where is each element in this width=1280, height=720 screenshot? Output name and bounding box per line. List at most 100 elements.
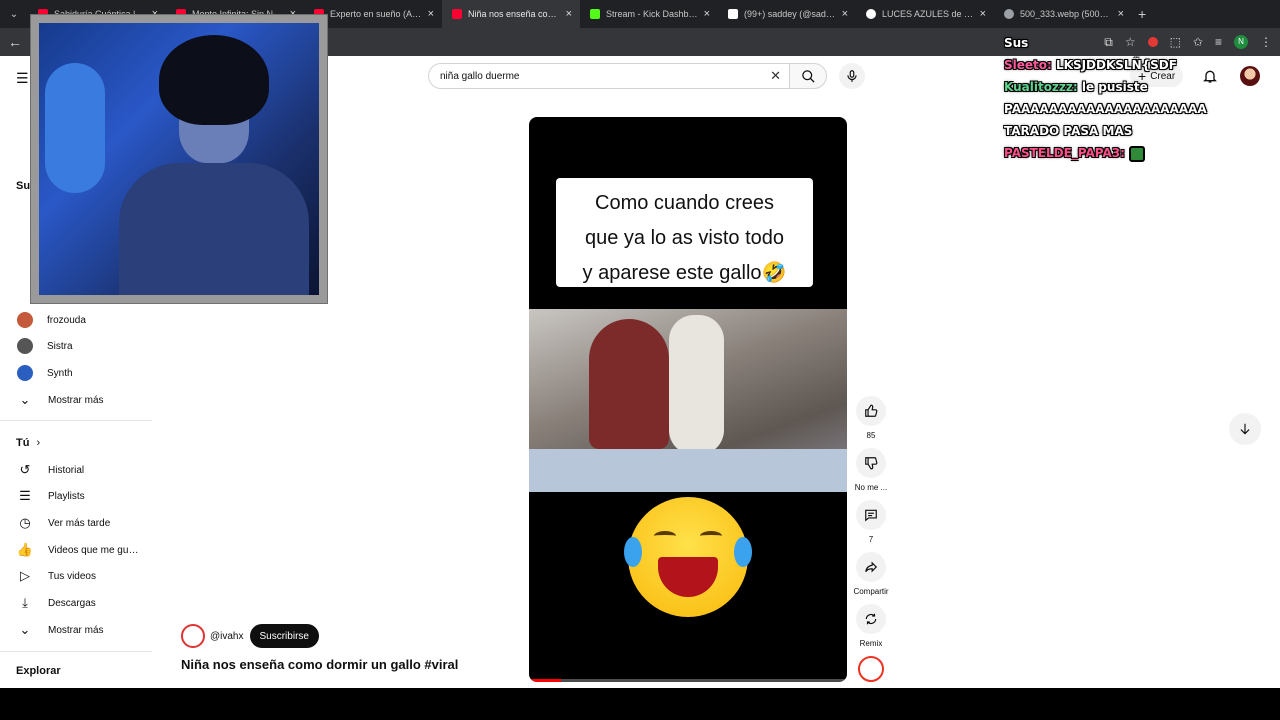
google-favicon-icon bbox=[866, 9, 876, 19]
you-heading[interactable]: Tú › bbox=[16, 437, 40, 449]
like-button[interactable] bbox=[856, 396, 886, 426]
remix-button[interactable] bbox=[856, 604, 886, 634]
like-action[interactable]: 85 bbox=[853, 396, 889, 440]
tab-search-icon[interactable]: ⌄ bbox=[0, 9, 28, 20]
shorts-video-player[interactable]: Como cuando crees que ya lo as visto tod… bbox=[529, 117, 847, 682]
dislike-action[interactable]: No me ... bbox=[853, 448, 889, 492]
bed-figure bbox=[529, 449, 847, 492]
new-tab-icon[interactable]: + bbox=[1138, 6, 1146, 22]
close-icon[interactable]: × bbox=[704, 8, 710, 20]
sidebar-item-ver-mas-tarde[interactable]: ◷ Ver más tarde bbox=[0, 510, 155, 536]
kick-favicon-icon bbox=[590, 9, 600, 19]
chat-message: LKSJDDKSLÑ{SDF bbox=[1056, 58, 1177, 72]
sidebar-item-label: Sistra bbox=[47, 340, 73, 352]
chat-username: Kualitozzz: bbox=[1004, 80, 1078, 94]
video-title[interactable]: Niña nos enseña como dormir un gallo #vi… bbox=[181, 657, 458, 672]
close-icon[interactable]: × bbox=[980, 8, 986, 20]
remix-action[interactable]: Remix bbox=[853, 604, 889, 648]
channel-icon-action[interactable] bbox=[853, 656, 889, 682]
clear-search-icon[interactable]: ✕ bbox=[770, 68, 781, 84]
browser-tab[interactable]: 500_333.webp (500×333) × bbox=[994, 0, 1132, 28]
sidebar-item-playlists[interactable]: ☰ Playlists bbox=[0, 483, 155, 509]
sidebar-item-tus-videos[interactable]: ▷ Tus videos bbox=[0, 563, 155, 589]
youtube-favicon-icon bbox=[452, 9, 462, 19]
video-clip-frame bbox=[529, 309, 847, 492]
hamburger-menu-icon[interactable]: ☰ bbox=[16, 70, 29, 87]
browser-tab[interactable]: (99+) saddey (@saddeysith... × bbox=[718, 0, 856, 28]
tab-title: Niña nos enseña como d... bbox=[468, 9, 560, 19]
stream-chat-overlay: Sus Sleeto: LKSJDDKSLÑ{SDF Kualitozzz: l… bbox=[1004, 32, 1274, 164]
sidebar-item-historial[interactable]: ↺ Historial bbox=[0, 457, 155, 483]
browser-tab[interactable]: LUCES AZULES de pantall... × bbox=[856, 0, 994, 28]
tab-title: Experto en sueño (Andalu... bbox=[330, 9, 422, 19]
comments-count: 7 bbox=[868, 535, 874, 544]
chat-username: Sus bbox=[1004, 36, 1029, 50]
close-icon[interactable]: × bbox=[428, 8, 434, 20]
playlists-icon: ☰ bbox=[19, 488, 31, 503]
show-more-you[interactable]: ⌄ Mostrar más bbox=[0, 617, 155, 643]
comments-button[interactable] bbox=[856, 500, 886, 530]
browser-tab-active[interactable]: Niña nos enseña como d... × bbox=[442, 0, 580, 28]
chat-username: Sleeto: bbox=[1004, 58, 1052, 72]
show-more-label: Mostrar más bbox=[48, 394, 104, 406]
sidebar-divider bbox=[0, 420, 152, 421]
webcam-overlay bbox=[30, 14, 328, 304]
voice-search-button[interactable] bbox=[839, 63, 865, 89]
close-icon[interactable]: × bbox=[842, 8, 848, 20]
sidebar-item-label: Historial bbox=[48, 464, 85, 476]
chat-line: Sus bbox=[1004, 32, 1274, 54]
browser-tab[interactable]: Stream - Kick Dashboard × bbox=[580, 0, 718, 28]
rooster-figure bbox=[669, 315, 724, 455]
chat-username: PASTELDE_PAPA3: bbox=[1004, 146, 1125, 160]
sidebar-item-liked-videos[interactable]: 👍 Videos que me gust... bbox=[0, 537, 155, 563]
subscriptions-heading[interactable]: Su bbox=[16, 180, 30, 192]
video-icon: ▷ bbox=[20, 568, 30, 583]
download-icon: ⤓ bbox=[22, 595, 28, 610]
chevron-right-icon: › bbox=[36, 437, 41, 449]
close-icon[interactable]: × bbox=[1118, 8, 1124, 20]
sidebar-item-frozouda[interactable]: frozouda bbox=[0, 307, 155, 333]
microphone-icon bbox=[847, 70, 857, 82]
emoji-tear bbox=[624, 537, 642, 567]
chat-line: Sleeto: LKSJDDKSLÑ{SDF bbox=[1004, 54, 1274, 76]
channel-avatar[interactable] bbox=[858, 656, 884, 682]
emote-icon bbox=[1129, 145, 1146, 162]
sidebar-item-sistra[interactable]: Sistra bbox=[0, 333, 155, 359]
tab-title: Stream - Kick Dashboard bbox=[606, 9, 698, 19]
next-video-button[interactable] bbox=[1229, 413, 1261, 445]
share-button[interactable] bbox=[856, 552, 886, 582]
channel-avatar bbox=[17, 312, 33, 328]
comment-icon bbox=[865, 509, 877, 522]
caption-line: que ya lo as visto todo bbox=[584, 227, 784, 249]
back-arrow-icon[interactable]: ← bbox=[8, 34, 22, 50]
channel-handle[interactable]: @ivahx bbox=[210, 631, 244, 642]
laughing-emoji-icon bbox=[624, 497, 752, 617]
chat-message: le pusiste bbox=[1081, 80, 1148, 94]
emoji-eye bbox=[700, 531, 722, 541]
channel-row: @ivahx Suscribirse bbox=[181, 624, 458, 648]
chat-line: TARADO PASA MAS bbox=[1004, 120, 1274, 142]
channel-avatar[interactable] bbox=[181, 624, 205, 648]
subscribe-button[interactable]: Suscribirse bbox=[249, 624, 319, 648]
history-icon: ↺ bbox=[19, 462, 31, 477]
show-more-subscriptions[interactable]: ⌄ Mostrar más bbox=[0, 387, 155, 413]
caption-line: Como cuando crees bbox=[595, 192, 774, 214]
screen: ⌄ Sabiduría Cuántica | Vid... × Mente In… bbox=[0, 0, 1280, 720]
sidebar-item-descargas[interactable]: ⤓ Descargas bbox=[0, 590, 155, 616]
search-button[interactable] bbox=[789, 63, 827, 89]
remix-label: Remix bbox=[859, 639, 883, 648]
sidebar-item-synth[interactable]: Synth bbox=[0, 360, 155, 386]
girl-figure bbox=[589, 319, 669, 449]
video-meta: @ivahx Suscribirse Niña nos enseña como … bbox=[181, 624, 458, 672]
stream-bottom-bar bbox=[0, 688, 1280, 720]
close-icon[interactable]: × bbox=[566, 8, 572, 20]
globe-favicon-icon bbox=[1004, 9, 1014, 19]
video-progress-bar[interactable] bbox=[529, 679, 847, 682]
search-input[interactable]: niña gallo duerme ✕ bbox=[428, 63, 790, 89]
comments-action[interactable]: 7 bbox=[853, 500, 889, 544]
caption-line: y aparese este gallo🤣 bbox=[582, 262, 787, 284]
share-action[interactable]: Compartir bbox=[853, 552, 889, 596]
share-label: Compartir bbox=[853, 587, 889, 596]
show-more-label: Mostrar más bbox=[48, 624, 104, 636]
dislike-button[interactable] bbox=[856, 448, 886, 478]
